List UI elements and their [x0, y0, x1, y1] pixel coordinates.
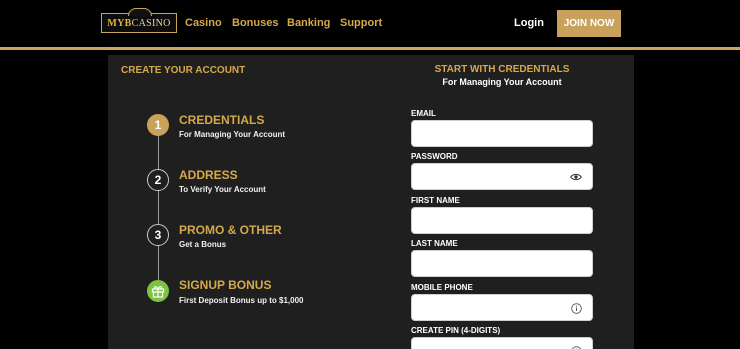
eye-icon[interactable]	[570, 171, 582, 183]
info-icon[interactable]	[570, 345, 582, 349]
step-2-title: ADDRESS	[179, 168, 238, 182]
logo-crown-icon	[128, 8, 152, 16]
step-bonus-indicator	[147, 280, 169, 302]
nav-support-link[interactable]: Support	[340, 17, 382, 29]
form-subheading: For Managing Your Account	[442, 77, 562, 87]
step-2-indicator: 2	[147, 169, 169, 191]
create-account-heading: CREATE YOUR ACCOUNT	[121, 65, 246, 76]
last-name-label: LAST NAME	[411, 239, 458, 248]
step-3-subtitle: Get a Bonus	[179, 240, 227, 249]
first-name-label: FIRST NAME	[411, 196, 460, 205]
site-logo[interactable]: MYBCASINO	[101, 8, 177, 33]
last-name-field[interactable]	[411, 250, 593, 277]
info-icon[interactable]	[570, 302, 582, 314]
nav-bonuses-link[interactable]: Bonuses	[232, 17, 278, 29]
step-1-subtitle: For Managing Your Account	[179, 130, 286, 139]
logo-text: MYBCASINO	[107, 17, 171, 29]
password-label: PASSWORD	[411, 152, 458, 161]
step-1-title: CREDENTIALS	[179, 113, 265, 127]
step-bonus-subtitle: First Deposit Bonus up to $1,000	[179, 296, 304, 305]
email-field[interactable]	[411, 120, 593, 147]
gift-icon	[151, 286, 165, 298]
top-navigation-bar: MYBCASINO Casino Bonuses Banking Support…	[0, 0, 740, 47]
join-now-button[interactable]: JOIN NOW	[557, 10, 621, 37]
step-2-subtitle: To Verify Your Account	[179, 185, 266, 194]
email-label: EMAIL	[411, 109, 436, 118]
create-pin-field[interactable]	[411, 337, 593, 349]
step-3-title: PROMO & OTHER	[179, 223, 282, 237]
nav-banking-link[interactable]: Banking	[287, 17, 330, 29]
nav-casino-link[interactable]: Casino	[185, 17, 222, 29]
step-3-indicator: 3	[147, 224, 169, 246]
mobile-phone-field[interactable]	[411, 294, 593, 321]
step-1-indicator: 1	[147, 114, 169, 136]
mobile-phone-label: MOBILE PHONE	[411, 283, 473, 292]
registration-panel: CREATE YOUR ACCOUNT 1 CREDENTIALS For Ma…	[108, 55, 634, 349]
stepper-connector-line	[158, 125, 159, 290]
first-name-field[interactable]	[411, 207, 593, 234]
login-link[interactable]: Login	[514, 17, 544, 29]
step-bonus-title: SIGNUP BONUS	[179, 278, 272, 292]
password-field[interactable]	[411, 163, 593, 190]
form-heading: START WITH CREDENTIALS	[434, 64, 570, 75]
header-divider	[0, 47, 740, 50]
create-pin-label: CREATE PIN (4-DIGITS)	[411, 326, 501, 335]
